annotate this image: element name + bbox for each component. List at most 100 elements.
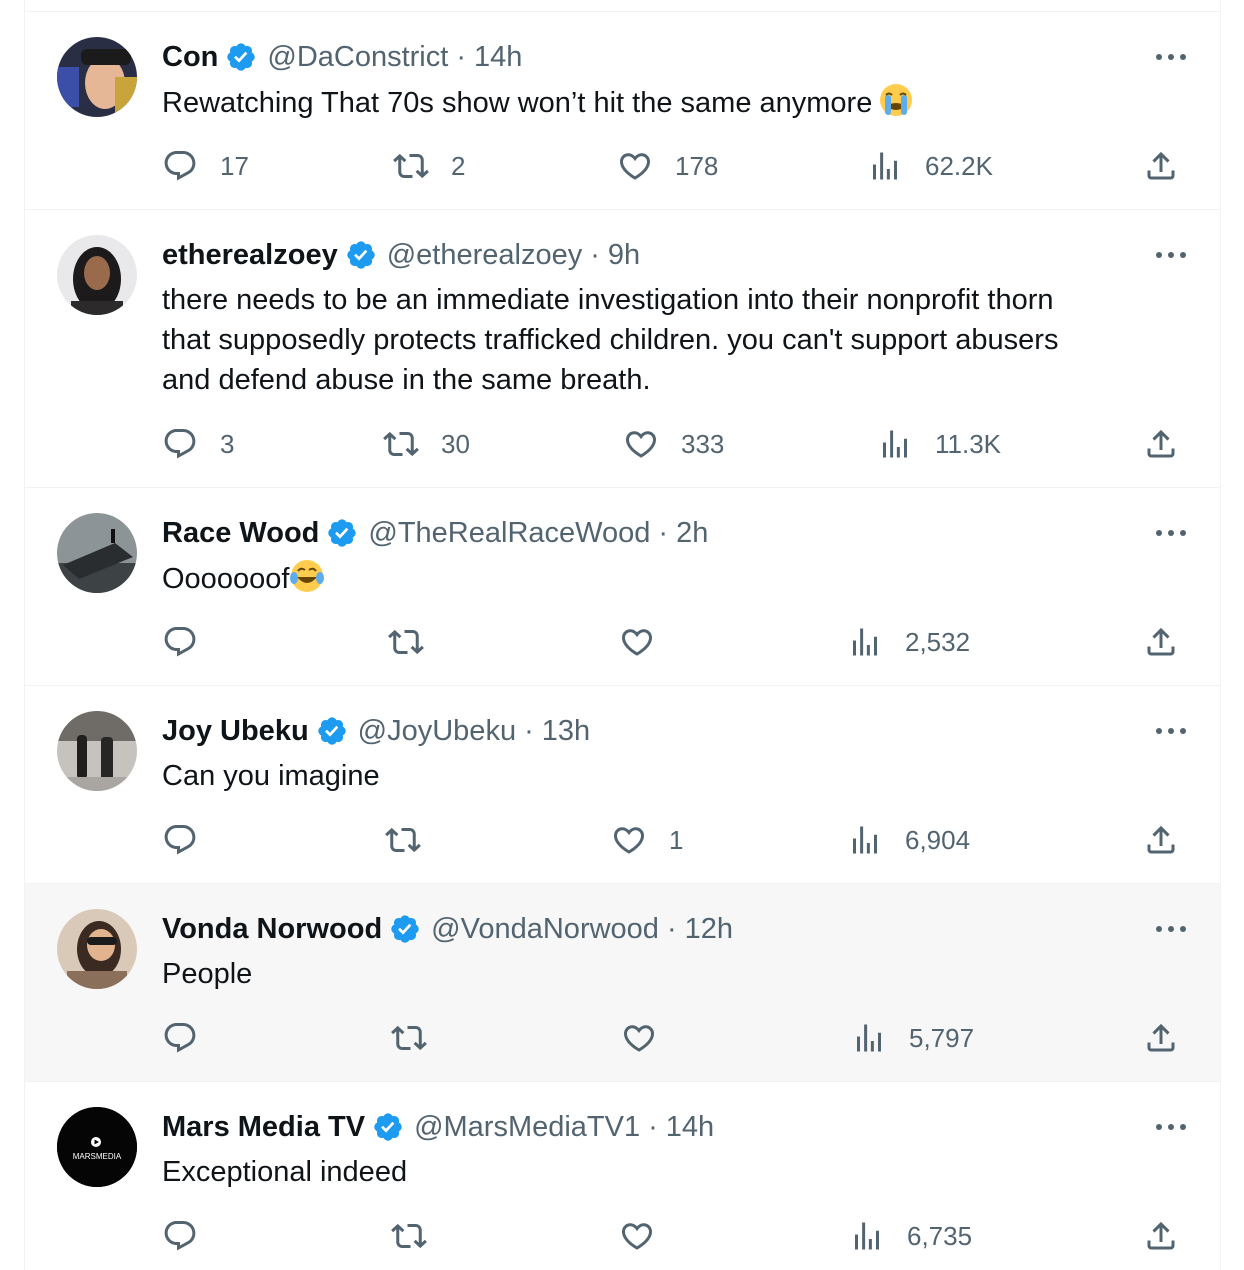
view-count: 11.3K [935, 428, 1002, 459]
avatar[interactable] [57, 37, 137, 117]
timeline: Con @DaConstrict · 14h Rewatching That 7… [24, 0, 1221, 1270]
repost-icon [391, 1020, 427, 1056]
avatar[interactable] [57, 909, 137, 989]
repost-button[interactable] [391, 1018, 449, 1058]
user-handle[interactable]: @JoyUbeku [358, 713, 516, 749]
repost-button[interactable]: 30 [383, 424, 470, 464]
reply-button[interactable] [162, 1018, 220, 1058]
mars-media-logo: MARSMEDIA [57, 1107, 137, 1187]
share-button[interactable] [1143, 146, 1179, 186]
svg-text:MARSMEDIA: MARSMEDIA [73, 1152, 122, 1161]
reply-count: 3 [220, 428, 235, 459]
heart-icon [619, 1218, 655, 1254]
share-button[interactable] [1143, 820, 1179, 860]
verified-badge-icon [345, 239, 377, 271]
like-button[interactable] [619, 1216, 677, 1256]
tweet-text-line: and defend abuse in the same breath. [162, 364, 651, 396]
separator: · [648, 1111, 658, 1143]
reply-icon [162, 624, 198, 660]
views-button[interactable]: 11.3K [877, 424, 1001, 464]
repost-count: 30 [441, 428, 470, 459]
timestamp[interactable]: 13h [542, 713, 590, 749]
view-count: 6,904 [905, 824, 971, 855]
more-icon[interactable] [1156, 245, 1186, 265]
views-button[interactable]: 6,904 [847, 820, 970, 860]
like-button[interactable]: 1 [611, 820, 683, 860]
more-icon[interactable] [1156, 919, 1186, 939]
verified-badge-icon [372, 1111, 404, 1143]
repost-button[interactable]: 2 [393, 146, 465, 186]
more-icon[interactable] [1156, 47, 1186, 67]
reply-icon [162, 426, 198, 462]
display-name[interactable]: Vonda Norwood [162, 911, 382, 947]
display-name[interactable]: Mars Media TV [162, 1109, 365, 1145]
views-button[interactable]: 62.2K [867, 146, 993, 186]
user-handle[interactable]: @VondaNorwood [431, 911, 659, 947]
loudly-crying-face-icon [880, 84, 913, 116]
user-handle[interactable]: @DaConstrict [267, 39, 448, 75]
views-button[interactable]: 5,797 [851, 1018, 974, 1058]
share-button[interactable] [1143, 622, 1179, 662]
display-name[interactable]: Joy Ubeku [162, 713, 309, 749]
reply-icon [162, 1218, 198, 1254]
timestamp[interactable]: 2h [676, 515, 708, 551]
repost-icon [388, 624, 424, 660]
repost-button[interactable] [391, 1216, 449, 1256]
user-handle[interactable]: @etherealzoey [387, 237, 583, 273]
avatar[interactable] [57, 711, 137, 791]
reply-button[interactable]: 3 [162, 424, 234, 464]
tweet[interactable]: Vonda Norwood @VondaNorwood · 12h People… [25, 884, 1220, 1082]
share-icon [1143, 1218, 1179, 1254]
share-icon [1143, 822, 1179, 858]
views-button[interactable]: 6,735 [849, 1216, 972, 1256]
display-name[interactable]: Race Wood [162, 515, 319, 551]
timestamp[interactable]: 14h [474, 39, 522, 75]
share-icon [1143, 148, 1179, 184]
avatar[interactable]: MARSMEDIA [57, 1107, 137, 1187]
tweet[interactable]: Joy Ubeku @JoyUbeku · 13h Can you imagin… [25, 686, 1220, 884]
view-count: 5,797 [909, 1022, 975, 1053]
more-icon[interactable] [1156, 1117, 1186, 1137]
tweet[interactable]: Race Wood @TheRealRaceWood · 2h Ooooooof… [25, 488, 1220, 686]
reply-count: 17 [220, 150, 249, 181]
share-button[interactable] [1143, 424, 1179, 464]
separator: · [590, 239, 600, 271]
like-count: 178 [675, 150, 719, 181]
share-icon [1143, 1020, 1179, 1056]
repost-icon [391, 1218, 427, 1254]
tweet[interactable]: MARSMEDIA Mars Media TV @MarsMediaTV1 · … [25, 1082, 1220, 1270]
avatar[interactable] [57, 513, 137, 593]
reply-icon [162, 1020, 198, 1056]
like-button[interactable]: 178 [617, 146, 718, 186]
heart-icon [623, 426, 659, 462]
reply-button[interactable] [162, 622, 220, 662]
share-button[interactable] [1143, 1018, 1179, 1058]
like-button[interactable] [619, 622, 677, 662]
user-handle[interactable]: @MarsMediaTV1 [414, 1109, 640, 1145]
tweet-text: Rewatching That 70s show won’t hit the s… [162, 82, 1150, 123]
reply-button[interactable] [162, 1216, 220, 1256]
like-button[interactable]: 333 [623, 424, 724, 464]
repost-button[interactable] [385, 820, 443, 860]
share-icon [1143, 624, 1179, 660]
more-icon[interactable] [1156, 721, 1186, 741]
views-button[interactable]: 2,532 [847, 622, 970, 662]
user-handle[interactable]: @TheRealRaceWood [368, 515, 650, 551]
more-icon[interactable] [1156, 523, 1186, 543]
repost-button[interactable] [388, 622, 446, 662]
like-button[interactable] [621, 1018, 679, 1058]
avatar[interactable] [57, 235, 137, 315]
like-count: 1 [669, 824, 684, 855]
timestamp[interactable]: 9h [608, 237, 640, 273]
tweet[interactable]: Con @DaConstrict · 14h Rewatching That 7… [25, 12, 1220, 210]
tweet[interactable]: etherealzoey @etherealzoey · 9h there ne… [25, 210, 1220, 488]
face-with-tears-of-joy-icon [290, 560, 325, 592]
display-name[interactable]: Con [162, 39, 218, 75]
views-icon [847, 624, 883, 660]
timestamp[interactable]: 12h [685, 911, 733, 947]
reply-button[interactable]: 17 [162, 146, 249, 186]
timestamp[interactable]: 14h [666, 1109, 714, 1145]
share-button[interactable] [1143, 1216, 1179, 1256]
reply-button[interactable] [162, 820, 220, 860]
display-name[interactable]: etherealzoey [162, 237, 338, 273]
